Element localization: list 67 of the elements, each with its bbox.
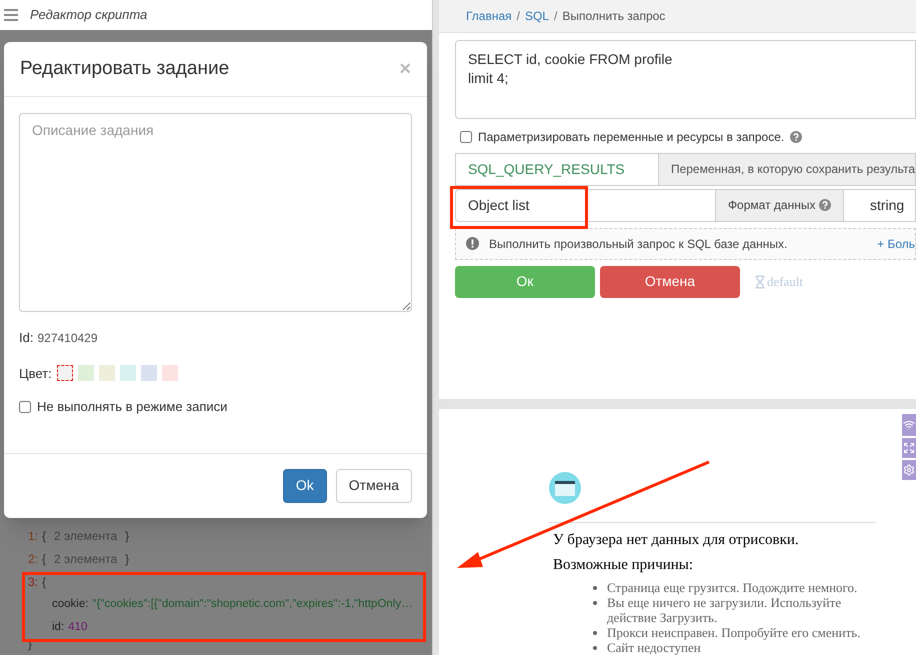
checkbox[interactable] [460,130,472,143]
ok-button[interactable]: Ok [282,468,327,502]
brace: { [42,550,46,568]
checkbox-label: Параметризировать переменные и ресурсы в запросе. [478,128,784,146]
checkbox-label: Не выполнять в режиме записи [37,398,228,416]
expand-icon[interactable] [902,438,916,458]
type-select[interactable]: string [842,188,916,222]
description-field[interactable]: Описание задания [19,113,412,312]
more-link[interactable]: + Боль [877,234,915,253]
reason-text: Сайт недоступен [606,640,701,655]
color-swatch[interactable] [120,365,136,382]
breadcrumb-separator: / [554,8,558,25]
field-value: 410 [68,620,88,635]
cancel-button[interactable]: Отмена [336,468,412,502]
timer-label: default [766,272,804,291]
reason-text: Страница еще грузится. Подождите немного. [606,580,858,595]
brace: } [125,528,130,544]
field-key: id: [52,618,64,636]
format-text: Формат данных [728,197,816,214]
bullet-icon [592,646,597,650]
hourglass-icon [752,274,767,289]
checkbox[interactable] [19,400,31,413]
ok-button[interactable]: Ок [454,266,595,298]
tree-summary[interactable]: 2 элемента [54,526,118,544]
breadcrumb-item[interactable]: Главная [466,6,512,25]
reason-text: Прокси неисправен. Попробуйте его сменить. [606,625,860,640]
format-field[interactable]: Object list [454,188,716,222]
tree-summary[interactable]: 2 элемента [54,550,118,568]
color-swatch[interactable] [98,365,115,382]
bullet-icon [592,586,597,590]
color-label: Цвет: [19,364,52,383]
menu-icon[interactable] [4,9,18,21]
brace: { [42,574,46,590]
bullet-icon [592,631,597,635]
variable-field[interactable]: SQL_QUERY_RESULTS [454,152,659,186]
color-swatch[interactable] [140,365,157,382]
wifi-icon[interactable] [902,414,916,436]
brace: } [125,550,130,568]
tree-index[interactable]: 1: [28,526,38,544]
help-icon[interactable] [790,130,802,143]
bullet-icon [592,601,597,605]
query-field[interactable]: SELECT id, cookie FROM profile limit 4; [454,40,916,119]
breadcrumb-item: Выполнить запрос [562,8,666,25]
browser-window-icon [548,472,581,504]
empty-subheading: Возможные причины: [552,556,694,574]
field-key: cookie: [52,596,88,614]
help-icon[interactable] [819,199,832,212]
color-swatch[interactable] [162,365,178,382]
tree-index[interactable]: 3: [28,572,38,590]
color-swatch[interactable] [56,365,73,382]
field-value: "{"cookies":[{"domain":"shopnetic.com","expires":-1,"httpOnly… [92,596,413,612]
id-label: Id: [19,329,34,347]
info-icon [466,237,479,250]
info-text: Выполнить произвольный запрос к SQL базе данных. [488,236,788,253]
tree-index[interactable]: 2: [28,550,38,568]
variable-hint: Переменная, в которую сохранить результа [658,152,916,186]
breadcrumb-item[interactable]: SQL [524,6,549,25]
empty-heading: У браузера нет данных для отрисовки. [552,531,800,550]
cancel-button[interactable]: Отмена [600,266,740,298]
id-value: 927410429 [37,330,98,347]
settings-icon[interactable] [902,460,916,480]
reason-text: Вы еще ничего не загрузили. Используйте действие Загрузить. [606,595,842,625]
brace: { [42,528,46,544]
color-swatch[interactable] [78,365,94,382]
breadcrumb-separator: / [516,8,520,25]
dialog-title: Редактировать задание [20,56,230,81]
editor-title: Редактор скрипта [30,6,148,24]
